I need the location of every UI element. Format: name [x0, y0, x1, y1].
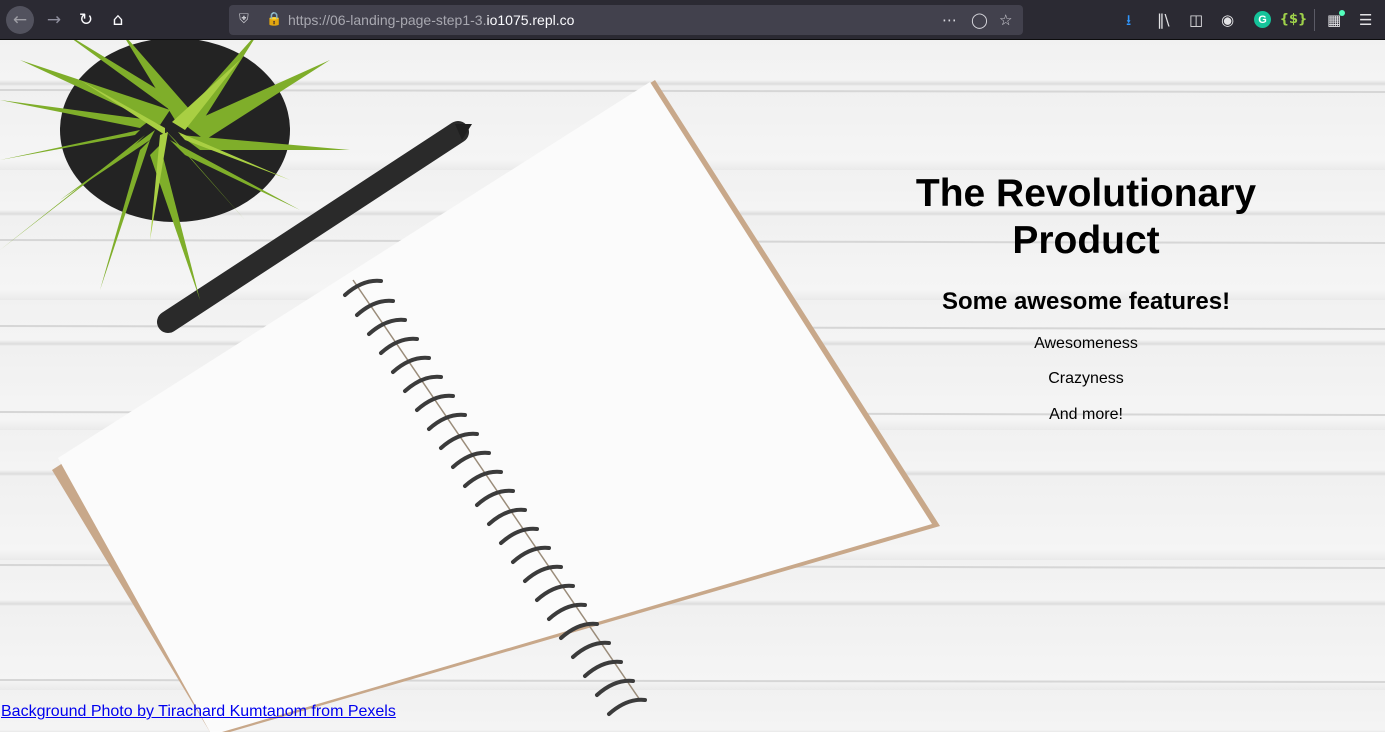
library-icon[interactable]: ‖\ — [1157, 10, 1170, 30]
download-icon[interactable]: ⭳ — [1126, 10, 1131, 30]
url-bar[interactable]: ⛨ 🔒 https://06-landing-page-step1-3.io10… — [229, 5, 1023, 35]
pocket-icon[interactable]: ◯ — [971, 10, 988, 30]
plant-image — [0, 40, 350, 300]
back-icon[interactable]: ← — [6, 6, 34, 34]
shield-icon[interactable]: ⛨ — [239, 11, 249, 29]
notification-badge — [1339, 10, 1345, 16]
sidebar-icon[interactable]: ◫ — [1189, 10, 1203, 30]
extension-icon[interactable]: {$} — [1280, 11, 1308, 28]
features-heading: Some awesome features! — [941, 288, 1231, 315]
reload-icon[interactable]: ↻ — [72, 6, 100, 34]
lock-icon[interactable]: 🔒 — [266, 11, 282, 29]
more-icon[interactable]: ⋯ — [942, 10, 957, 30]
browser-toolbar: ← → ↻ ⌂ ⛨ 🔒 https://06-landing-page-step… — [0, 0, 1385, 40]
toolbar-separator — [1314, 9, 1315, 31]
page-title: The Revolutionary Product — [915, 172, 1257, 262]
grammarly-icon[interactable]: G — [1254, 11, 1271, 28]
feature-item: And more! — [1049, 406, 1123, 423]
url-text[interactable]: https://06-landing-page-step1-3.io1075.r… — [288, 12, 574, 28]
menu-icon[interactable]: ☰ — [1359, 10, 1372, 30]
forward-icon[interactable]: → — [40, 6, 68, 34]
url-host: io1075.repl.co — [486, 12, 575, 28]
feature-item: Crazyness — [1048, 370, 1124, 387]
url-prefix: https://06-landing-page-step1-3. — [288, 12, 487, 28]
account-icon[interactable]: ◉ — [1221, 10, 1234, 30]
hero-section: The Revolutionary Product Some awesome f… — [868, 170, 1304, 425]
bookmark-star-icon[interactable]: ☆ — [999, 10, 1012, 30]
page-viewport: The Revolutionary Product Some awesome f… — [0, 40, 1385, 732]
photo-credit-link[interactable]: Background Photo by Tirachard Kumtanom f… — [1, 702, 396, 722]
feature-item: Awesomeness — [1034, 335, 1138, 352]
home-icon[interactable]: ⌂ — [104, 6, 132, 34]
